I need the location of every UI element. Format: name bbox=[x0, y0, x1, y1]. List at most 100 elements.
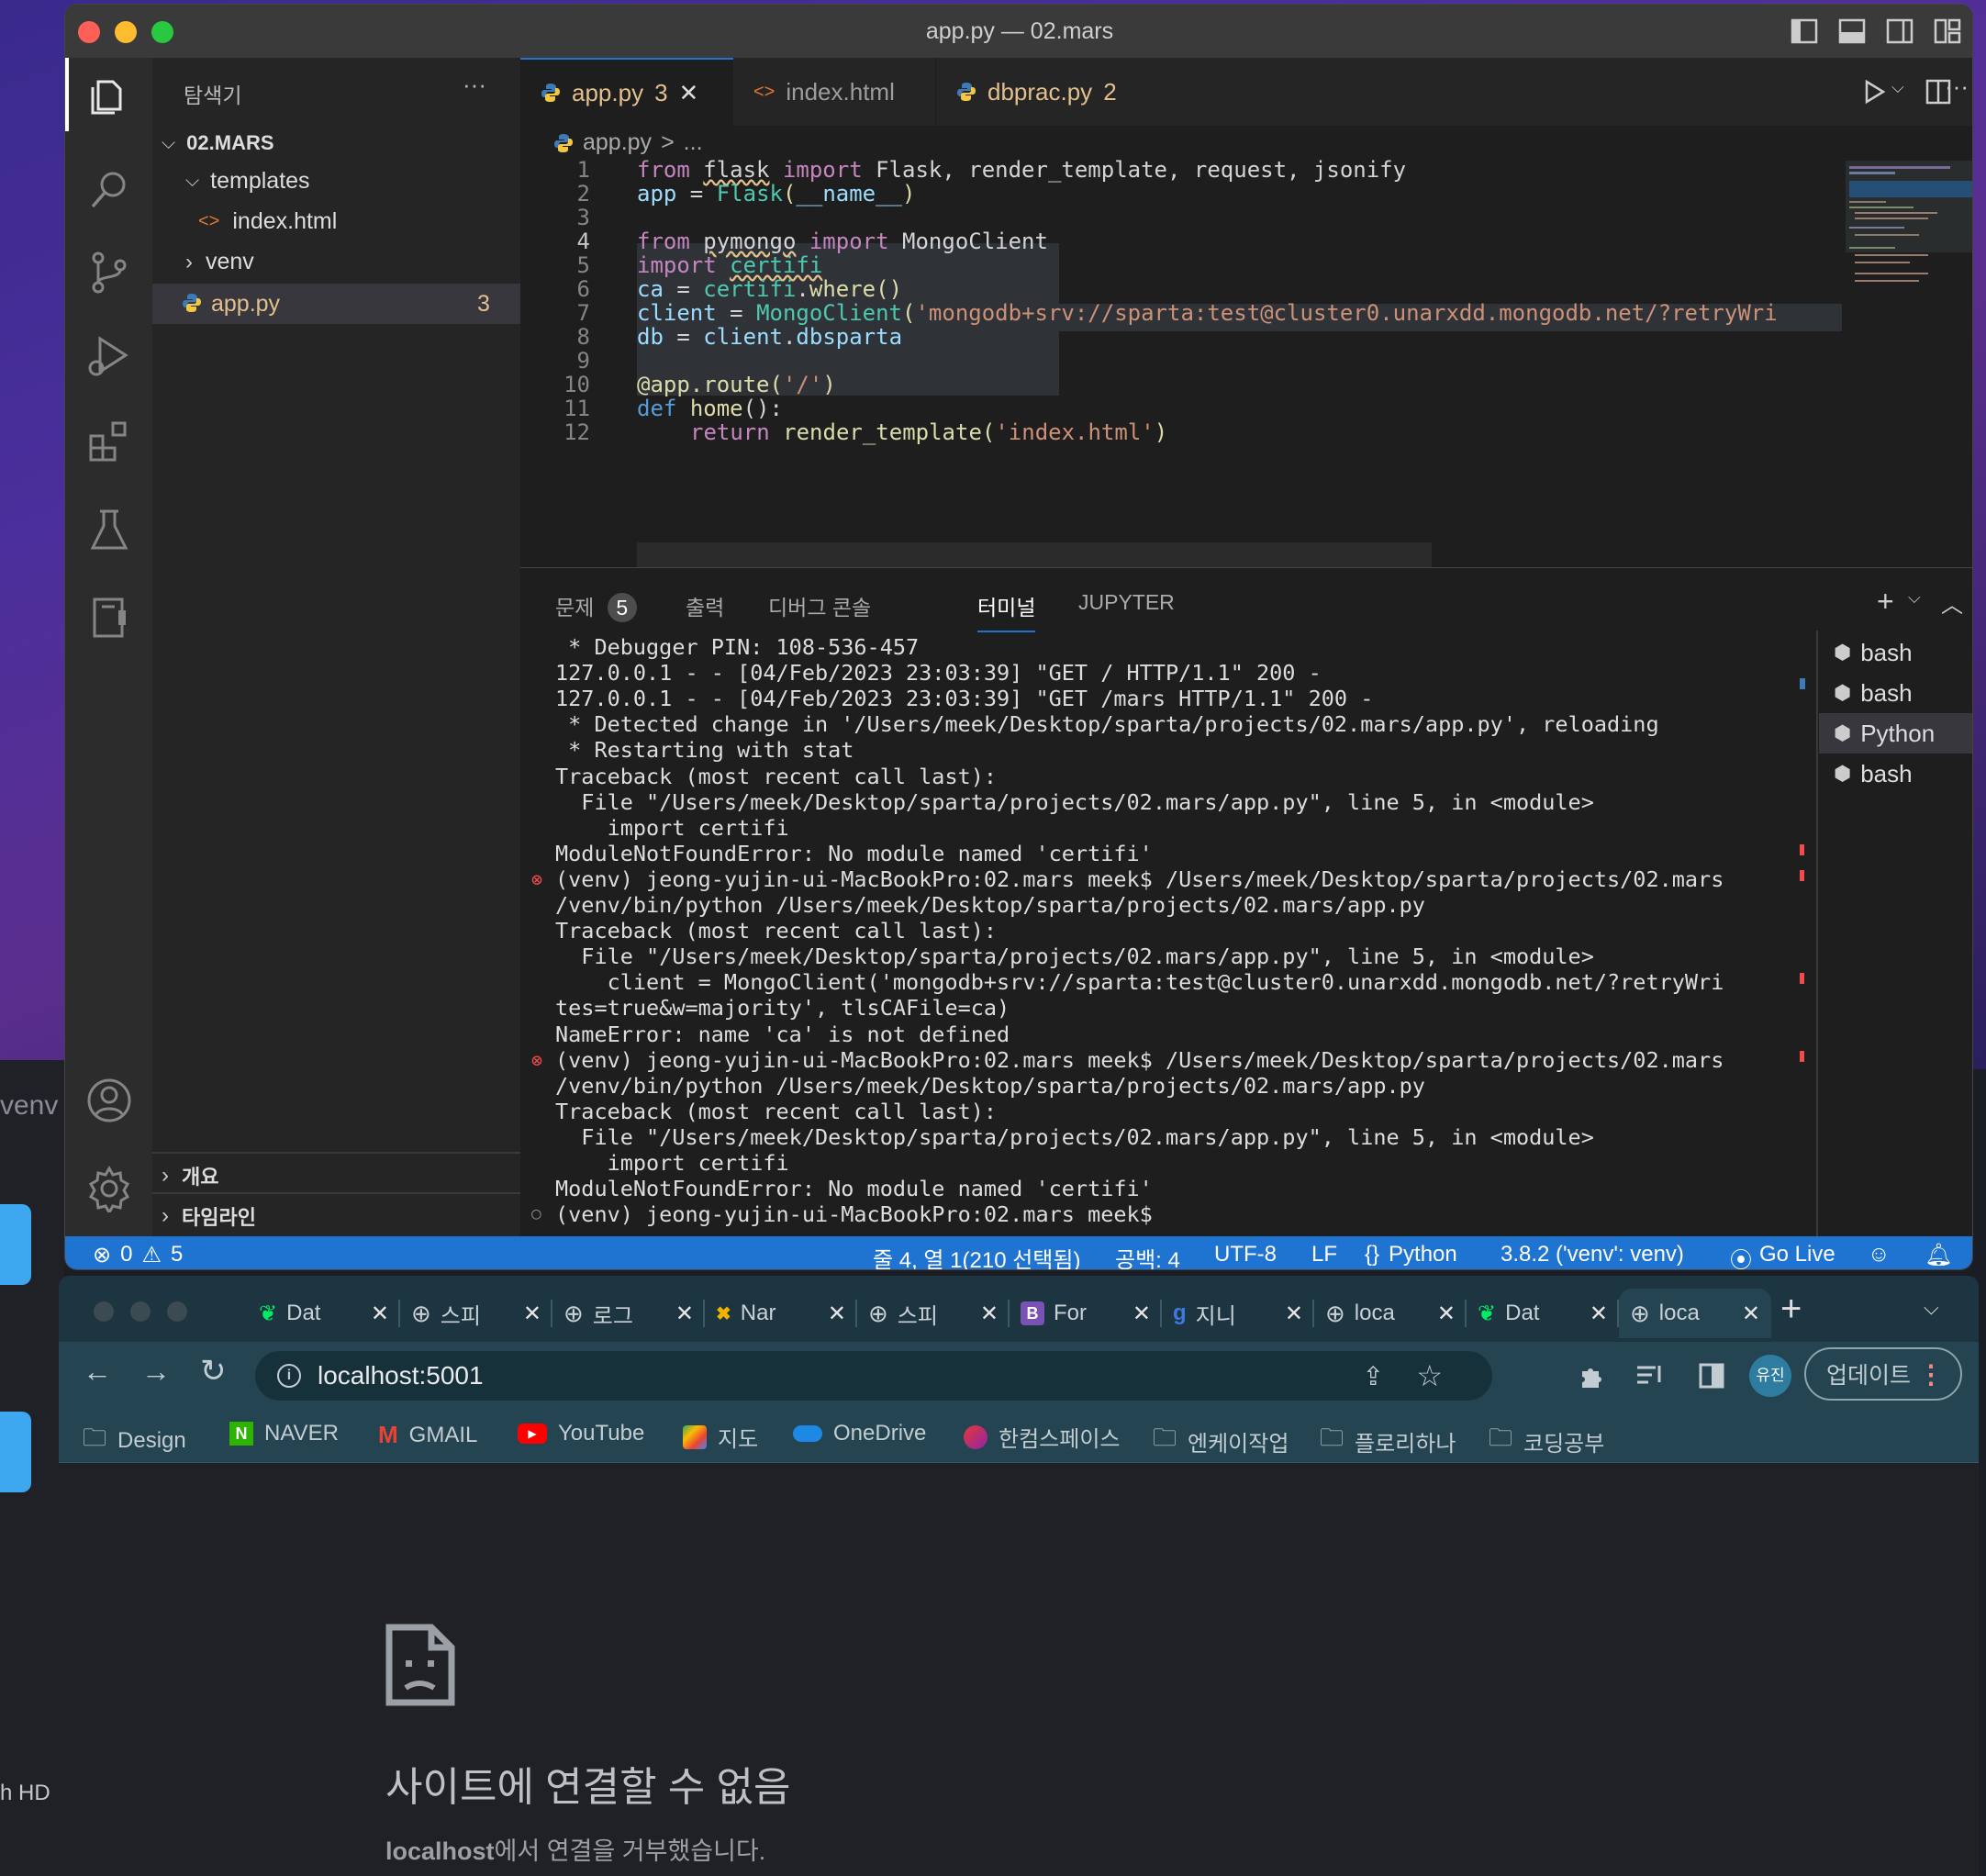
close-tab-icon[interactable]: ✕ bbox=[523, 1301, 541, 1327]
toggle-panel-icon[interactable] bbox=[1838, 17, 1866, 45]
code-editor[interactable]: 1 2 3 4 5 6 7 8 9 10 11 12 from flask im… bbox=[520, 157, 1842, 567]
side-panel-icon[interactable] bbox=[1698, 1362, 1725, 1390]
back-arrow-icon[interactable]: ← bbox=[83, 1355, 112, 1389]
minimize-window-button[interactable] bbox=[115, 21, 137, 43]
breadcrumb-symbol[interactable]: ... bbox=[684, 129, 703, 156]
maximize-window-button[interactable] bbox=[151, 21, 173, 43]
close-window-button[interactable] bbox=[94, 1301, 114, 1322]
minimize-window-button[interactable] bbox=[130, 1301, 151, 1322]
bookmark-onedrive[interactable]: OneDrive bbox=[793, 1421, 926, 1446]
close-tab-icon[interactable]: ✕ bbox=[1132, 1301, 1151, 1327]
close-tab-icon[interactable]: ✕ bbox=[828, 1301, 846, 1327]
forward-arrow-icon[interactable]: → bbox=[141, 1355, 171, 1389]
horizontal-scrollbar[interactable] bbox=[637, 542, 1432, 567]
run-debug-icon[interactable] bbox=[85, 333, 133, 381]
tree-item-templates[interactable]: ⌵ templates bbox=[185, 168, 310, 195]
reload-icon[interactable]: ↻ bbox=[200, 1353, 227, 1390]
search-icon[interactable] bbox=[85, 166, 133, 214]
bookmark-star-icon[interactable]: ☆ bbox=[1416, 1358, 1443, 1393]
browser-tab[interactable]: ⊕ 로그 ✕ bbox=[552, 1289, 705, 1338]
close-tab-icon[interactable]: ✕ bbox=[1590, 1301, 1608, 1327]
desktop-folder-icon[interactable] bbox=[0, 1204, 31, 1285]
reading-list-icon[interactable] bbox=[1635, 1362, 1665, 1390]
source-control-icon[interactable] bbox=[85, 249, 133, 296]
close-tab-icon[interactable]: ✕ bbox=[980, 1301, 999, 1327]
maximize-panel-icon[interactable]: ︿ bbox=[1941, 586, 1963, 619]
command-pending-icon[interactable]: ○ bbox=[531, 1201, 541, 1227]
go-live-button[interactable]: ⦿ Go Live bbox=[1730, 1242, 1835, 1269]
browser-tab[interactable]: ❦ Dat ✕ bbox=[248, 1289, 400, 1338]
close-window-button[interactable] bbox=[78, 21, 100, 43]
cursor-position[interactable]: 줄 4, 열 1(210 선택됨) bbox=[873, 1242, 1080, 1269]
chevron-down-icon[interactable]: ⌵ bbox=[1891, 78, 1904, 97]
feedback-icon[interactable]: ☺ bbox=[1868, 1242, 1891, 1267]
bookmark-folder-coding[interactable]: 🗀 코딩공부 bbox=[1489, 1421, 1604, 1461]
outline-section[interactable]: › 개요 bbox=[162, 1161, 218, 1190]
tab-index-html[interactable]: <> index.html bbox=[733, 58, 935, 126]
tree-item-index-html[interactable]: <> index.html bbox=[198, 208, 337, 235]
browser-tab[interactable]: ✖ Nar ✕ bbox=[705, 1289, 857, 1338]
close-tab-icon[interactable]: ✕ bbox=[679, 79, 699, 107]
explorer-more-button[interactable]: ··· bbox=[463, 71, 486, 99]
notebook-icon[interactable] bbox=[85, 594, 133, 642]
browser-tab[interactable]: ⊕ loca ✕ bbox=[1619, 1289, 1771, 1338]
close-tab-icon[interactable]: ✕ bbox=[1285, 1301, 1303, 1327]
extensions-puzzle-icon[interactable] bbox=[1579, 1362, 1606, 1390]
terminal-instance-bash[interactable]: ⬢ bash bbox=[1819, 632, 1972, 673]
workspace-root[interactable]: ⌵ 02.MARS bbox=[162, 131, 274, 155]
run-file-icon[interactable] bbox=[1862, 78, 1888, 106]
address-bar[interactable]: i localhost:5001 ⇪ ☆ bbox=[255, 1351, 1492, 1401]
tab-dbprac-py[interactable]: dbprac.py 2 bbox=[935, 58, 1165, 126]
terminal-instance-bash[interactable]: ⬢ bash bbox=[1819, 754, 1972, 794]
browser-tab[interactable]: ⊕ 스피 ✕ bbox=[857, 1289, 1010, 1338]
accounts-icon[interactable] bbox=[85, 1077, 133, 1124]
tab-jupyter[interactable]: JUPYTER bbox=[1078, 590, 1175, 615]
problems-status[interactable]: ⊗ 0 ⚠ 5 bbox=[93, 1242, 183, 1268]
toggle-sidebar-icon[interactable] bbox=[1791, 17, 1818, 45]
toggle-secondary-sidebar-icon[interactable] bbox=[1886, 17, 1913, 45]
bookmark-folder-florihana[interactable]: 🗀 플로리하나 bbox=[1320, 1421, 1456, 1461]
share-icon[interactable]: ⇪ bbox=[1363, 1361, 1384, 1391]
bookmark-maps[interactable]: 지도 bbox=[683, 1421, 758, 1453]
menu-kebab-icon[interactable]: ⋮ bbox=[1918, 1359, 1944, 1390]
close-tab-icon[interactable]: ✕ bbox=[371, 1301, 389, 1327]
tab-app-py[interactable]: app.py 3 ✕ bbox=[520, 58, 733, 126]
tab-search-chevron-icon[interactable]: ⌵ bbox=[1924, 1296, 1939, 1320]
indentation-status[interactable]: 공백: 4 bbox=[1115, 1242, 1180, 1269]
minimap[interactable] bbox=[1846, 161, 1972, 567]
maximize-window-button[interactable] bbox=[167, 1301, 187, 1322]
browser-tab[interactable]: ⊕ loca ✕ bbox=[1314, 1289, 1467, 1338]
encoding-status[interactable]: UTF-8 bbox=[1214, 1242, 1277, 1267]
bookmark-youtube[interactable]: ▶ YouTube bbox=[518, 1421, 644, 1446]
bookmark-gmail[interactable]: M GMAIL bbox=[378, 1421, 477, 1449]
breadcrumb[interactable]: app.py > ... bbox=[553, 129, 703, 156]
explorer-icon[interactable] bbox=[85, 71, 133, 118]
interpreter-status[interactable]: 3.8.2 ('venv': venv) bbox=[1501, 1242, 1684, 1267]
browser-tab[interactable]: ❦ Dat ✕ bbox=[1467, 1289, 1619, 1338]
editor-more-button[interactable]: ··· bbox=[1932, 73, 1969, 101]
tab-problems[interactable]: 문제 5 bbox=[555, 590, 637, 622]
language-status[interactable]: {} Python bbox=[1365, 1242, 1457, 1267]
settings-gear-icon[interactable] bbox=[85, 1165, 133, 1212]
close-tab-icon[interactable]: ✕ bbox=[675, 1301, 694, 1327]
profile-avatar[interactable]: 유진 bbox=[1749, 1355, 1791, 1397]
chevron-down-icon[interactable]: ⌵ bbox=[1908, 588, 1921, 608]
timeline-section[interactable]: › 타임라인 bbox=[162, 1201, 256, 1231]
site-info-icon[interactable]: i bbox=[277, 1364, 301, 1388]
new-tab-button[interactable]: + bbox=[1780, 1289, 1802, 1330]
command-error-icon[interactable]: ⊗ bbox=[531, 866, 542, 892]
terminal-instance-bash[interactable]: ⬢ bash bbox=[1819, 673, 1972, 713]
tab-terminal[interactable]: 터미널 bbox=[977, 590, 1036, 632]
command-error-icon[interactable]: ⊗ bbox=[531, 1047, 542, 1073]
customize-layout-icon[interactable] bbox=[1934, 17, 1961, 45]
testing-icon[interactable] bbox=[85, 506, 133, 553]
tab-output[interactable]: 출력 bbox=[686, 590, 724, 621]
bookmark-folder-nk[interactable]: 🗀 엔케이작업 bbox=[1153, 1421, 1289, 1461]
browser-tab[interactable]: ⊕ 스피 ✕ bbox=[400, 1289, 552, 1338]
tab-debug-console[interactable]: 디버그 콘솔 bbox=[768, 590, 871, 621]
terminal-instance-python[interactable]: ⬢ Python bbox=[1819, 713, 1972, 754]
extensions-icon[interactable] bbox=[85, 418, 133, 465]
url-text[interactable]: localhost:5001 bbox=[318, 1361, 484, 1390]
bookmark-naver[interactable]: N NAVER bbox=[229, 1421, 339, 1446]
tree-item-venv[interactable]: › venv bbox=[185, 249, 254, 275]
